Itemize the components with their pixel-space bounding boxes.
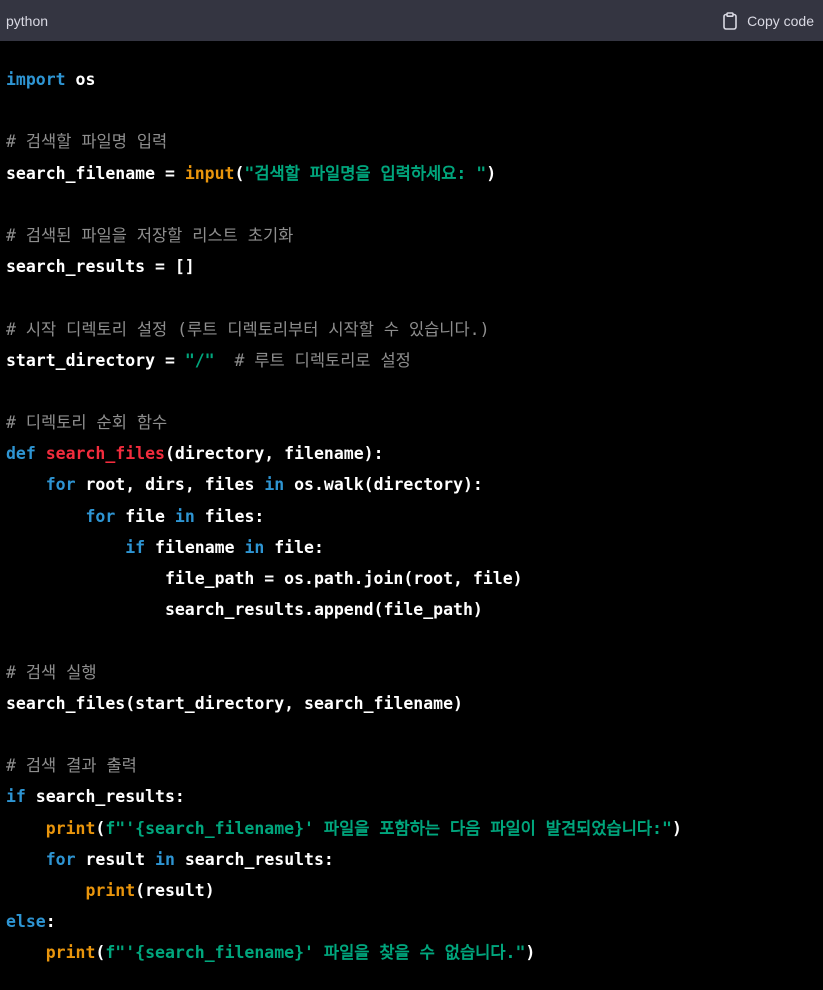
code-line: print(result) bbox=[6, 875, 823, 906]
code-comment: # 루트 디렉토리로 설정 bbox=[234, 350, 411, 370]
code-line: for result in search_results: bbox=[6, 844, 823, 875]
code-text: start_directory = bbox=[6, 350, 185, 370]
code-keyword: for bbox=[45, 849, 76, 869]
code-text: ) bbox=[671, 818, 682, 838]
code-text: file: bbox=[264, 537, 324, 557]
code-line: start_directory = "/" # 루트 디렉토리로 설정 bbox=[6, 345, 823, 376]
code-content: import os # 검색할 파일명 입력 search_filename = … bbox=[0, 41, 823, 968]
code-text: files: bbox=[194, 506, 265, 526]
code-keyword: in bbox=[174, 506, 195, 526]
code-line: def search_files(directory, filename): bbox=[6, 438, 823, 469]
code-text: ) bbox=[486, 163, 497, 183]
code-string: "검색할 파일명을 입력하세요: " bbox=[244, 163, 487, 183]
code-line: print(f"'{search_filename}' 파일을 포함하는 다음 … bbox=[6, 813, 823, 844]
code-keyword: for bbox=[45, 475, 76, 495]
code-line: search_results.append(file_path) bbox=[6, 594, 823, 625]
code-text: file bbox=[115, 506, 175, 526]
language-label: python bbox=[6, 12, 49, 29]
code-line: search_results = [] bbox=[6, 251, 823, 282]
code-text: ( bbox=[234, 163, 245, 183]
code-builtin: print bbox=[45, 818, 96, 838]
code-line: for root, dirs, files in os.walk(directo… bbox=[6, 469, 823, 500]
code-line: # 검색 실행 bbox=[6, 657, 823, 688]
code-text: result bbox=[75, 849, 156, 869]
code-comment: # 검색 결과 출력 bbox=[6, 756, 137, 776]
code-text: file_path = os.path.join(root, file) bbox=[6, 569, 523, 588]
code-comment: # 검색할 파일명 입력 bbox=[6, 132, 168, 152]
code-text: search_results: bbox=[174, 849, 334, 869]
code-keyword: if bbox=[6, 787, 26, 807]
code-comment: # 시작 디렉토리 설정 (루트 디렉토리부터 시작할 수 있습니다.) bbox=[6, 319, 490, 339]
code-text: search_results.append(file_path) bbox=[6, 600, 483, 620]
code-comment: # 검색된 파일을 저장할 리스트 초기화 bbox=[6, 225, 294, 245]
code-text: ( bbox=[95, 818, 106, 838]
code-keyword: def bbox=[6, 444, 36, 464]
code-comment: # 검색 실행 bbox=[6, 662, 97, 682]
code-line: # 검색 결과 출력 bbox=[6, 750, 823, 781]
code-builtin: print bbox=[85, 880, 136, 900]
code-string: f"'{search_filename}' 파일을 포함하는 다음 파일이 발견… bbox=[105, 818, 672, 838]
code-keyword: if bbox=[125, 537, 146, 557]
code-line: # 시작 디렉토리 설정 (루트 디렉토리부터 시작할 수 있습니다.) bbox=[6, 314, 823, 345]
code-text: filename bbox=[145, 537, 245, 557]
code-text: os bbox=[65, 70, 96, 89]
code-function-name: search_files bbox=[45, 444, 165, 464]
code-keyword: in bbox=[155, 849, 175, 869]
code-text: search_results = [] bbox=[6, 257, 195, 277]
code-line: # 디렉토리 순회 함수 bbox=[6, 407, 823, 438]
code-keyword: import bbox=[6, 70, 66, 89]
code-text: search_filename = bbox=[6, 163, 185, 183]
code-line: for file in files: bbox=[6, 501, 823, 532]
code-line: print(f"'{search_filename}' 파일을 찾을 수 없습니… bbox=[6, 937, 823, 968]
code-line: if search_results: bbox=[6, 781, 823, 812]
clipboard-icon bbox=[723, 11, 737, 30]
code-line: file_path = os.path.join(root, file) bbox=[6, 563, 823, 594]
code-line: import os bbox=[6, 64, 823, 95]
code-comment: # 디렉토리 순회 함수 bbox=[6, 413, 168, 433]
code-line: search_files(start_directory, search_fil… bbox=[6, 688, 823, 719]
code-string: f"'{search_filename}' 파일을 찾을 수 없습니다." bbox=[105, 943, 526, 963]
code-keyword: else bbox=[6, 912, 46, 932]
code-text: search_files(start_directory, search_fil… bbox=[6, 693, 463, 713]
code-block-header: python Copy code bbox=[0, 0, 823, 41]
code-builtin: input bbox=[184, 163, 235, 183]
code-line: # 검색할 파일명 입력 bbox=[6, 126, 823, 157]
copy-code-label: Copy code bbox=[747, 12, 814, 29]
code-line: search_filename = input("검색할 파일명을 입력하세요:… bbox=[6, 158, 823, 189]
code-text: ) bbox=[525, 943, 536, 963]
code-text: : bbox=[45, 912, 56, 932]
code-line: else: bbox=[6, 906, 823, 937]
code-line: # 검색된 파일을 저장할 리스트 초기화 bbox=[6, 220, 823, 251]
code-string: "/" bbox=[184, 350, 215, 370]
code-keyword: in bbox=[244, 537, 265, 557]
code-text: os.walk(directory): bbox=[284, 475, 483, 495]
code-text: (directory, filename): bbox=[164, 444, 384, 464]
code-builtin: print bbox=[45, 943, 96, 963]
code-text: (result) bbox=[135, 880, 215, 900]
code-line: if filename in file: bbox=[6, 532, 823, 563]
code-keyword: in bbox=[264, 475, 285, 495]
copy-code-button[interactable]: Copy code bbox=[723, 11, 814, 30]
code-text: ( bbox=[95, 943, 106, 963]
code-text: root, dirs, files bbox=[75, 475, 265, 495]
code-text: search_results: bbox=[25, 787, 185, 807]
code-keyword: for bbox=[85, 506, 116, 526]
